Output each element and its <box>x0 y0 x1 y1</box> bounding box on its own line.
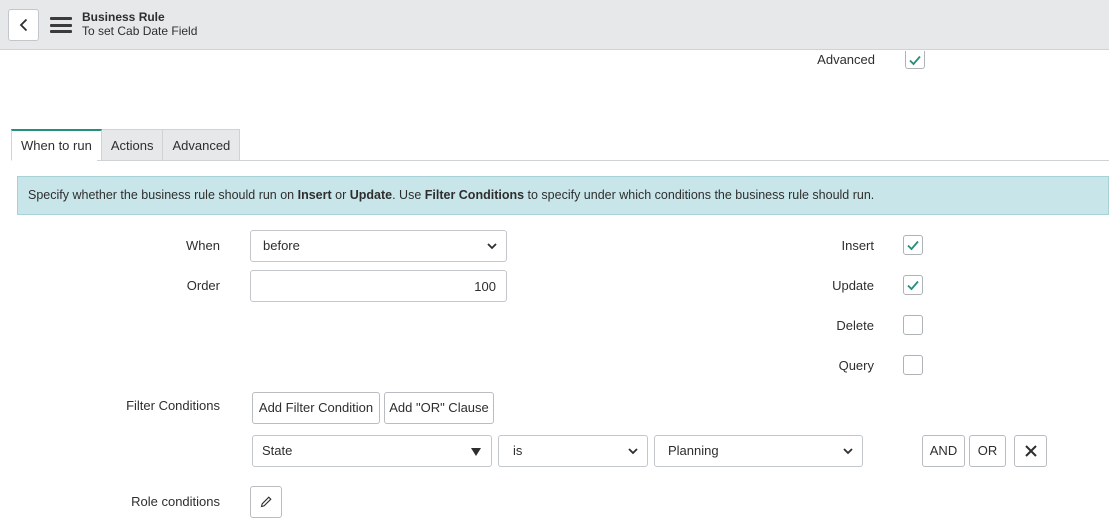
info-update: Update <box>349 188 393 202</box>
caret-down-icon <box>471 448 481 456</box>
edit-role-conditions-button[interactable] <box>250 486 282 518</box>
update-label: Update <box>832 278 874 293</box>
checkmark-icon <box>907 280 919 291</box>
delete-checkbox[interactable] <box>903 315 923 335</box>
info-text-2: . Use <box>392 188 425 202</box>
remove-condition-button[interactable] <box>1014 435 1047 467</box>
advanced-label: Advanced <box>817 52 875 67</box>
header-title: Business Rule <box>82 10 165 24</box>
and-button[interactable]: AND <box>922 435 965 467</box>
chevron-left-icon <box>19 18 27 32</box>
header-subtitle: To set Cab Date Field <box>82 24 198 38</box>
tab-advanced[interactable]: Advanced <box>163 129 241 161</box>
close-icon <box>1024 445 1037 457</box>
chevron-down-icon <box>628 448 638 455</box>
chevron-down-icon <box>843 448 853 455</box>
info-text-or: or <box>331 188 350 202</box>
delete-label: Delete <box>836 318 874 333</box>
form-header: Business Rule To set Cab Date Field <box>0 0 1109 50</box>
condition-field-select[interactable]: State <box>252 435 492 467</box>
insert-checkbox[interactable] <box>903 235 923 255</box>
condition-value-select[interactable]: Planning <box>654 435 863 467</box>
tab-divider <box>97 160 1109 161</box>
order-input[interactable] <box>250 270 507 302</box>
order-label: Order <box>186 278 220 293</box>
when-value: before <box>263 238 300 253</box>
update-checkbox[interactable] <box>903 275 923 295</box>
query-checkbox[interactable] <box>903 355 923 375</box>
when-label: When <box>186 238 220 253</box>
info-insert: Insert <box>297 188 332 202</box>
advanced-checkbox[interactable] <box>905 51 925 69</box>
condition-value: Planning <box>668 443 719 458</box>
info-text-1: Specify whether the business rule should… <box>28 188 298 202</box>
tab-when-to-run[interactable]: When to run <box>11 129 102 161</box>
or-button[interactable]: OR <box>969 435 1006 467</box>
info-text-3: to specify under which conditions the bu… <box>524 188 875 202</box>
tab-actions[interactable]: Actions <box>101 129 164 161</box>
info-filter: Filter Conditions <box>424 188 525 202</box>
chevron-down-icon <box>487 243 497 250</box>
section-tabs: When to run Actions Advanced <box>11 129 241 161</box>
checkmark-icon <box>907 240 919 251</box>
filter-conditions-label: Filter Conditions <box>126 398 220 413</box>
add-or-clause-button[interactable]: Add "OR" Clause <box>384 392 494 424</box>
checkmark-icon <box>909 55 921 65</box>
hamburger-menu-icon[interactable] <box>50 17 72 33</box>
query-label: Query <box>838 358 874 373</box>
pencil-icon <box>260 496 272 508</box>
condition-operator-value: is <box>513 443 523 458</box>
add-filter-condition-button[interactable]: Add Filter Condition <box>252 392 380 424</box>
condition-operator-select[interactable]: is <box>498 435 648 467</box>
when-select[interactable]: before <box>250 230 507 262</box>
condition-field-value: State <box>262 443 293 458</box>
back-button[interactable] <box>8 9 39 41</box>
role-conditions-label: Role conditions <box>131 494 220 509</box>
info-message: Specify whether the business rule should… <box>17 176 1109 215</box>
insert-label: Insert <box>841 238 874 253</box>
